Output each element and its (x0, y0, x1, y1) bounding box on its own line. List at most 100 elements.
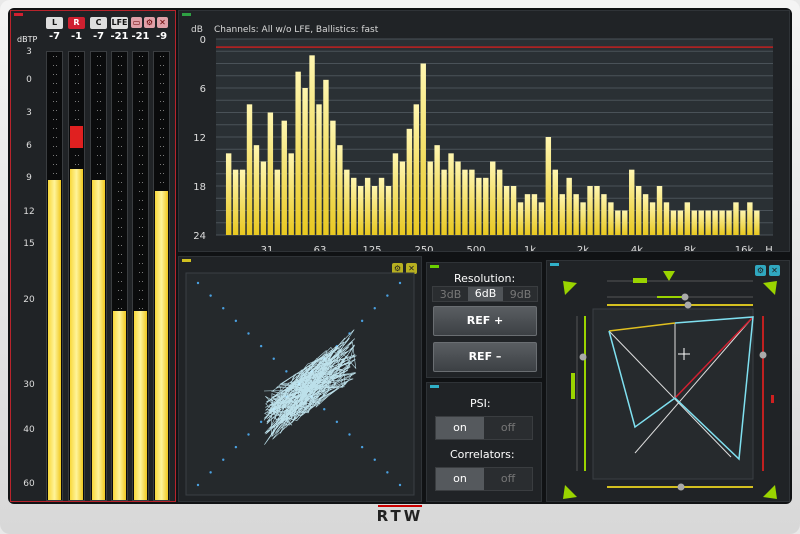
spectrum-bar (483, 177, 489, 235)
meter-tick (139, 191, 140, 192)
meter-tick (142, 218, 143, 219)
channel-peak-4: -21 (131, 31, 150, 42)
meter-tick (163, 74, 164, 75)
meter-tick (118, 272, 119, 273)
meter-tick (118, 290, 119, 291)
meter-scale-label: 20 (23, 295, 35, 305)
spectrum-bar (260, 161, 267, 235)
meter-tick (121, 119, 122, 120)
meter-tick (56, 83, 57, 84)
app-window: dBTP L -7 R -1 C -7 LFE -21 -21 -9 ▭ ⚙ ✕ 3 0 3 6 9 12 15 20… (0, 0, 800, 534)
meter-tick (139, 128, 140, 129)
spectrum-x-tick: 1k (524, 245, 536, 251)
close-icon[interactable]: ✕ (157, 17, 168, 28)
psi-panel: PSI: on off Correlators: on off (426, 382, 542, 502)
spectrum-bar (267, 112, 274, 235)
meter-tick (56, 137, 57, 138)
correlators-off-button[interactable]: off (484, 468, 532, 490)
top-level-indicator (633, 278, 647, 283)
spectrum-bar (629, 169, 635, 235)
meter-tick (139, 308, 140, 309)
spectrum-bar (253, 145, 260, 235)
meter-tick (118, 164, 119, 165)
meter-tick (56, 173, 57, 174)
meter-tick (121, 227, 122, 228)
meter-tick (142, 65, 143, 66)
resolution-panel: Resolution: 3dB 6dB 9dB REF + REF – (426, 262, 542, 378)
channel-label-1[interactable]: R (68, 17, 85, 29)
ref-minus-button[interactable]: REF – (433, 342, 537, 372)
gear-icon[interactable]: ⚙ (144, 17, 155, 28)
meter-tick (121, 308, 122, 309)
meter-scale-label: 3 (26, 47, 32, 57)
meter-tick (118, 254, 119, 255)
meter-tick (121, 155, 122, 156)
meter-tick (118, 281, 119, 282)
vectorscope-axis-dot (386, 294, 389, 297)
channel-label-0[interactable]: L (46, 17, 63, 29)
meter-tick (142, 272, 143, 273)
window-icon[interactable]: ▭ (131, 17, 142, 28)
speaker-marker (763, 485, 777, 499)
spectrum-y-tick: 6 (200, 84, 206, 95)
meter-tick (142, 227, 143, 228)
meter-level-bar (113, 310, 126, 500)
channel-peak-3: -21 (110, 31, 129, 42)
meter-tick (53, 128, 54, 129)
spectrum-bar (364, 177, 371, 235)
channel-label-2[interactable]: C (90, 17, 107, 29)
spectrum-x-tick: H (765, 245, 773, 251)
psi-on-button[interactable]: on (436, 417, 484, 439)
psi-off-button[interactable]: off (484, 417, 532, 439)
meter-tick (75, 92, 76, 93)
ref-plus-button[interactable]: REF + (433, 306, 537, 336)
vectorscope-axis-dot (196, 483, 200, 487)
spectrum-bar (469, 169, 475, 235)
psi-label: PSI: (470, 397, 491, 410)
vectorscope-axis-dot (272, 357, 275, 360)
meter-tick (56, 146, 57, 147)
resolution-3db[interactable]: 3dB (433, 288, 468, 301)
channel-label-3[interactable]: LFE (111, 17, 128, 29)
resolution-6db[interactable]: 6dB (468, 287, 503, 301)
meter-tick (121, 299, 122, 300)
meter-tick (97, 128, 98, 129)
spectrum-x-tick: 16k (735, 245, 754, 251)
spectrum-bar (490, 161, 496, 235)
meter-tick (100, 173, 101, 174)
meter-tick (142, 146, 143, 147)
spectrum-bar (351, 177, 357, 235)
spectrum-y-tick: 12 (193, 133, 206, 144)
vectorscope-axis-dot (247, 332, 250, 335)
meter-tick (121, 92, 122, 93)
spectrum-x-tick: 8k (684, 245, 696, 251)
meter-channel-5 (153, 51, 170, 501)
meter-tick (121, 218, 122, 219)
right-slider-handle (759, 351, 767, 359)
channel-peak-0: -7 (48, 31, 61, 42)
vectorscope-axis-dot (209, 471, 212, 474)
meter-tick (97, 146, 98, 147)
meter-tick (100, 128, 101, 129)
meter-tick (53, 137, 54, 138)
correlators-on-button[interactable]: on (436, 468, 484, 490)
vectorscope-axis-dot (360, 445, 364, 449)
meter-tick (139, 200, 140, 201)
vectorscope-axis-dot (234, 319, 238, 323)
spectrum-bar (635, 186, 642, 235)
left-slider-handle (579, 353, 587, 361)
meter-tick (142, 155, 143, 156)
meter-tick (100, 146, 101, 147)
surround-panel: ⚙ ✕ (546, 260, 790, 502)
meter-tick (53, 56, 54, 57)
meter-tick (160, 56, 161, 57)
meter-tick (118, 83, 119, 84)
resolution-9db[interactable]: 9dB (503, 288, 538, 301)
meter-tick (160, 74, 161, 75)
meter-channel-3 (111, 51, 128, 501)
meter-tick (139, 272, 140, 273)
meter-tick (121, 146, 122, 147)
spectrum-bar (378, 177, 385, 235)
meter-tick (139, 101, 140, 102)
spectrum-x-tick: 4k (631, 245, 643, 251)
